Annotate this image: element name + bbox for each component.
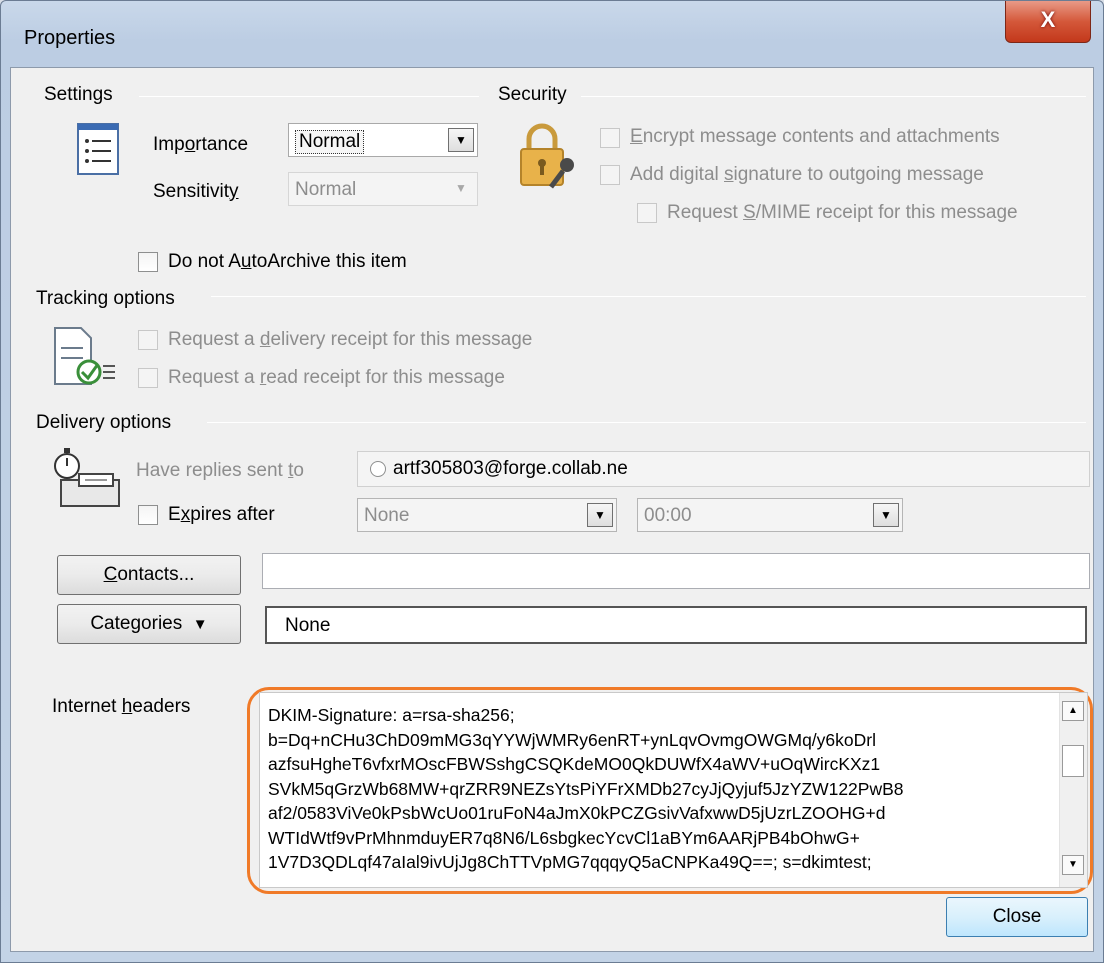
sensitivity-value: Normal bbox=[295, 179, 357, 200]
chevron-down-icon[interactable]: ▼ bbox=[448, 128, 474, 152]
encrypt-checkbox[interactable] bbox=[600, 128, 620, 148]
sensitivity-select: Normal ▼ bbox=[288, 172, 478, 206]
categories-dropdown-icon: ▼ bbox=[192, 616, 208, 633]
padlock-key-icon bbox=[520, 123, 574, 189]
categories-button[interactable]: Categories ▼ bbox=[57, 604, 241, 644]
smime-receipt-label: Request S/MIME receipt for this message bbox=[667, 202, 1018, 223]
internet-headers-textbox[interactable]: DKIM-Signature: a=rsa-sha256; b=Dq+nCHu3… bbox=[259, 692, 1088, 888]
internet-headers-label: Internet headers bbox=[52, 696, 191, 717]
chevron-down-icon: ▼ bbox=[455, 181, 467, 195]
smime-receipt-checkbox[interactable] bbox=[637, 203, 657, 223]
security-group-label: Security bbox=[498, 84, 575, 106]
close-button[interactable]: Close bbox=[946, 897, 1088, 937]
tracking-checklist-icon bbox=[54, 327, 115, 385]
importance-select[interactable]: Normal ▼ bbox=[288, 123, 478, 157]
replies-to-value: artf305803@forge.collab.ne bbox=[393, 458, 628, 479]
scroll-thumb[interactable] bbox=[1062, 745, 1084, 777]
delivery-divider bbox=[207, 422, 1086, 423]
headers-scrollbar[interactable]: ▲ ▼ bbox=[1059, 693, 1087, 887]
security-divider bbox=[581, 96, 1086, 97]
delivery-receipt-checkbox[interactable] bbox=[138, 330, 158, 350]
read-receipt-label: Request a read receipt for this message bbox=[168, 367, 505, 388]
digital-signature-label: Add digital signature to outgoing messag… bbox=[630, 164, 984, 185]
stopwatch-tray-icon bbox=[54, 448, 120, 507]
header-line: 1V7D3QDLqf47aIal9ivUjJg8ChTTVpMG7qqqyQ5a… bbox=[268, 852, 872, 872]
title-bar: Properties X bbox=[1, 1, 1103, 65]
contacts-field[interactable] bbox=[262, 553, 1090, 589]
importance-label: Importance bbox=[153, 134, 249, 155]
read-receipt-checkbox[interactable] bbox=[138, 368, 158, 388]
dialog-body: Settings Importance Normal ▼ Sensitivity… bbox=[10, 67, 1094, 952]
expires-date-select: None ▼ bbox=[357, 498, 617, 532]
header-line: azfsuHgheT6vfxrMOscFBWSshgCSQKdeMO0QkDUW… bbox=[268, 754, 881, 774]
header-line: WTIdWtf9vPrMhnmduyER7q8N6/L6sbgkecYcvCl1… bbox=[268, 827, 860, 848]
categories-value: None bbox=[285, 615, 331, 636]
scroll-up-icon[interactable]: ▲ bbox=[1062, 701, 1084, 721]
header-line: DKIM-Signature: a=rsa-sha256; bbox=[268, 705, 515, 725]
properties-window: Properties X Settings Importance Normal … bbox=[0, 0, 1104, 963]
replies-to-field[interactable]: artf305803@forge.collab.ne bbox=[357, 451, 1090, 487]
delivery-receipt-label: Request a delivery receipt for this mess… bbox=[168, 329, 533, 350]
autoarchive-label: Do not AutoArchive this item bbox=[168, 251, 407, 272]
digital-signature-checkbox[interactable] bbox=[600, 165, 620, 185]
sensitivity-label: Sensitivity bbox=[153, 181, 239, 202]
scroll-down-icon[interactable]: ▼ bbox=[1062, 855, 1084, 875]
header-line: SVkM5qGrzWb68MW+qrZRR9NEZsYtsPiYFrXMDb27… bbox=[268, 778, 904, 799]
contacts-button[interactable]: Contacts... bbox=[57, 555, 241, 595]
expires-time-select: 00:00 ▼ bbox=[637, 498, 903, 532]
encrypt-label: Encrypt message contents and attachments bbox=[630, 126, 1000, 147]
settings-divider bbox=[139, 96, 479, 97]
replies-label: Have replies sent to bbox=[136, 460, 304, 481]
tracking-group-label: Tracking options bbox=[36, 288, 183, 310]
tracking-divider bbox=[211, 296, 1086, 297]
importance-value: Normal bbox=[295, 130, 365, 154]
autoarchive-checkbox[interactable] bbox=[138, 252, 158, 272]
expires-label: Expires after bbox=[168, 504, 275, 525]
close-window-icon[interactable]: X bbox=[1005, 1, 1091, 43]
expires-checkbox[interactable] bbox=[138, 505, 158, 525]
window-title: Properties bbox=[24, 27, 116, 49]
properties-list-icon bbox=[77, 123, 119, 175]
chevron-down-icon: ▼ bbox=[587, 503, 613, 527]
categories-field[interactable]: None bbox=[265, 606, 1087, 644]
radio-icon bbox=[370, 461, 386, 477]
expires-time-value: 00:00 bbox=[644, 505, 692, 526]
settings-group-label: Settings bbox=[44, 84, 121, 106]
header-line: b=Dq+nCHu3ChD09mMG3qYYWjWMRy6enRT+ynLqvO… bbox=[268, 729, 876, 750]
chevron-down-icon: ▼ bbox=[873, 503, 899, 527]
headers-text: DKIM-Signature: a=rsa-sha256; b=Dq+nCHu3… bbox=[268, 703, 1058, 875]
header-line: af2/0583ViVe0kPsbWcUo01ruFoN4aJmX0kPCZGs… bbox=[268, 803, 886, 823]
delivery-group-label: Delivery options bbox=[36, 412, 180, 434]
expires-date-value: None bbox=[364, 505, 410, 526]
